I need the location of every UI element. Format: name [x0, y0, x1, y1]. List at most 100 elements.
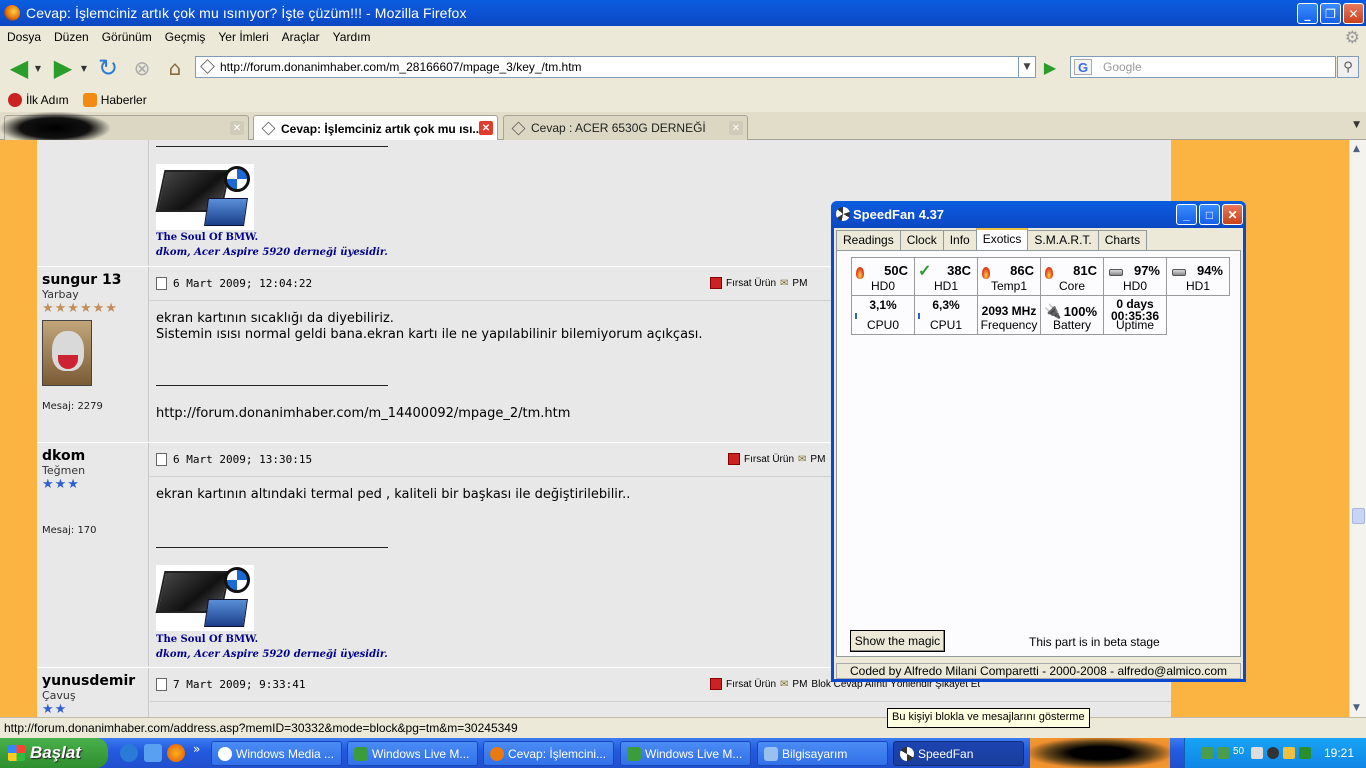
taskbar-media-player[interactable]: Windows Media ...	[211, 741, 342, 766]
gift-icon	[728, 453, 740, 465]
pm-link[interactable]: PM	[792, 679, 807, 690]
tab-3[interactable]: Cevap : ACER 6530G DERNEĞİ ✕	[503, 115, 748, 140]
taskbar-my-computer[interactable]: Bilgisayarım	[757, 741, 888, 766]
post-username[interactable]: dkom	[42, 448, 143, 464]
speedfan-maximize-button[interactable]: □	[1199, 204, 1220, 225]
status-text: http://forum.donanimhaber.com/address.as…	[4, 721, 518, 735]
tab-strip: ✕ Cevap: İşlemciniz artık çok mu ısı... ✕…	[0, 112, 1366, 141]
tab-close-icon[interactable]: ✕	[479, 121, 493, 135]
post-sidebar: dkom Teğmen ★★★ Mesaj: 170	[37, 443, 149, 666]
signature-link[interactable]: http://forum.donanimhaber.com/m_14400092…	[156, 406, 570, 422]
home-icon[interactable]: ⌂	[160, 53, 190, 83]
tray-app-icon[interactable]	[1267, 747, 1279, 759]
messenger-tray-icon[interactable]	[1201, 747, 1213, 759]
stop-icon[interactable]: ⊗	[127, 53, 157, 83]
network-icon[interactable]	[1283, 747, 1295, 759]
tab-exotics[interactable]: Exotics	[975, 228, 1029, 250]
menu-araclar[interactable]: Araçlar	[278, 30, 329, 44]
start-button[interactable]: Başlat	[0, 738, 108, 768]
menu-yardim[interactable]: Yardım	[329, 30, 380, 44]
firsat-urun-link[interactable]: Fırsat Ürün	[744, 454, 794, 465]
taskbar-live-messenger-1[interactable]: Windows Live M...	[347, 741, 478, 766]
bookmark-ilk-adim[interactable]: İlk Adım	[8, 93, 69, 107]
messenger-icon	[354, 747, 368, 761]
show-the-magic-button[interactable]: Show the magic	[849, 629, 946, 653]
fan-icon	[836, 207, 850, 221]
taskbar-label: Windows Live M...	[645, 746, 743, 761]
post-date: 6 Mart 2009; 13:30:15	[173, 453, 313, 466]
firsat-urun-link[interactable]: Fırsat Ürün	[726, 278, 776, 289]
desktop-quicklaunch-icon[interactable]	[144, 744, 162, 762]
url-dropdown-button[interactable]: ▼	[1019, 56, 1036, 78]
speedfan-close-button[interactable]: ✕	[1222, 204, 1243, 225]
minimize-button[interactable]: _	[1297, 3, 1318, 24]
scroll-up-icon[interactable]: ▲	[1353, 144, 1360, 154]
document-icon	[156, 678, 167, 691]
speedfan-credit: Coded by Alfredo Milani Comparetti - 200…	[836, 663, 1241, 679]
tab-close-icon[interactable]: ✕	[230, 121, 244, 135]
menu-yer-imleri[interactable]: Yer İmleri	[214, 30, 277, 44]
sensor-value: 100%	[1063, 304, 1097, 319]
signature-laptop-image	[155, 164, 254, 230]
search-input[interactable]: G Google	[1070, 56, 1336, 78]
bookmark-label: Haberler	[100, 93, 147, 107]
reload-icon[interactable]: ↻	[93, 53, 123, 83]
post-username[interactable]: yunusdemir	[42, 673, 143, 689]
signature-line2: dkom, Acer Aspire 5920 derneği üyesidir.	[156, 649, 388, 660]
bookmark-label: İlk Adım	[26, 93, 69, 107]
tab-close-icon[interactable]: ✕	[729, 121, 743, 135]
speedfan-window: SpeedFan 4.37 _ □ ✕ Readings Clock Info …	[831, 201, 1246, 682]
back-arrow-icon[interactable]: ◀	[4, 53, 34, 83]
menu-gorunum[interactable]: Görünüm	[98, 30, 161, 44]
safely-remove-icon[interactable]	[1299, 747, 1311, 759]
post-username[interactable]: sungur 13	[42, 272, 143, 288]
page-scrollbar[interactable]: ▲ ▼	[1349, 140, 1366, 717]
post-rank: Teğmen	[42, 464, 86, 477]
ie-quicklaunch-icon[interactable]	[120, 744, 138, 762]
pm-link[interactable]: PM	[792, 278, 807, 289]
forward-arrow-icon[interactable]: ▶	[48, 53, 78, 83]
messenger-tray-icon[interactable]	[1217, 747, 1229, 759]
forward-history-dropdown[interactable]: ▼	[78, 53, 90, 83]
tab-list-dropdown-icon[interactable]: ▼	[1353, 120, 1360, 130]
mail-icon[interactable]: ✉	[780, 278, 788, 289]
pm-link[interactable]: PM	[810, 454, 825, 465]
search-magnifier-icon[interactable]: ⚲	[1337, 56, 1359, 78]
tab-info[interactable]: Info	[942, 230, 977, 250]
volume-icon[interactable]	[1251, 747, 1263, 759]
sensor-hd1-health: 94% HD1	[1166, 257, 1230, 296]
menu-gecmis[interactable]: Geçmiş	[161, 30, 215, 44]
back-history-dropdown[interactable]: ▼	[32, 53, 44, 83]
signature-line2: dkom, Acer Aspire 5920 derneği üyesidir.	[156, 247, 388, 258]
taskbar-live-messenger-2[interactable]: Windows Live M...	[620, 741, 751, 766]
close-button[interactable]: ✕	[1343, 3, 1364, 24]
sensor-core: 81C Core	[1040, 257, 1104, 296]
scroll-thumb[interactable]	[1352, 508, 1365, 524]
clock[interactable]: 19:21	[1324, 746, 1354, 760]
tab-charts[interactable]: Charts	[1097, 230, 1148, 250]
go-arrow-icon[interactable]: ▶	[1040, 57, 1060, 77]
quicklaunch-more-icon[interactable]: »	[193, 742, 200, 756]
start-label: Başlat	[30, 743, 82, 762]
tab-readings[interactable]: Readings	[836, 230, 901, 250]
tab-2[interactable]: Cevap: İşlemciniz artık çok mu ısı... ✕	[253, 115, 498, 141]
tab-clock[interactable]: Clock	[899, 230, 944, 250]
taskbar-speedfan[interactable]: SpeedFan	[893, 741, 1024, 766]
speedfan-minimize-button[interactable]: _	[1176, 204, 1197, 225]
menu-duzen[interactable]: Düzen	[50, 30, 98, 44]
firsat-urun-link[interactable]: Fırsat Ürün	[726, 679, 776, 690]
tray-temperature-text[interactable]: 50	[1233, 746, 1244, 757]
speedfan-tabs: Readings Clock Info Exotics S.M.A.R.T. C…	[836, 228, 1148, 250]
mail-icon[interactable]: ✉	[780, 679, 788, 690]
taskbar-firefox[interactable]: Cevap: İşlemcini...	[483, 741, 614, 766]
message-icon[interactable]: ✉	[798, 454, 806, 465]
bookmark-haberler[interactable]: Haberler	[82, 93, 147, 107]
restore-button[interactable]: ❐	[1320, 3, 1341, 24]
google-engine-icon[interactable]: G	[1074, 59, 1092, 75]
tab-smart[interactable]: S.M.A.R.T.	[1027, 230, 1099, 250]
post-actions: Fırsat Ürün ✉ PM	[710, 277, 807, 289]
url-bar[interactable]: http://forum.donanimhaber.com/m_28166607…	[195, 56, 1019, 78]
firefox-quicklaunch-icon[interactable]	[167, 744, 185, 762]
scroll-down-icon[interactable]: ▼	[1353, 703, 1360, 713]
menu-dosya[interactable]: Dosya	[3, 30, 50, 44]
